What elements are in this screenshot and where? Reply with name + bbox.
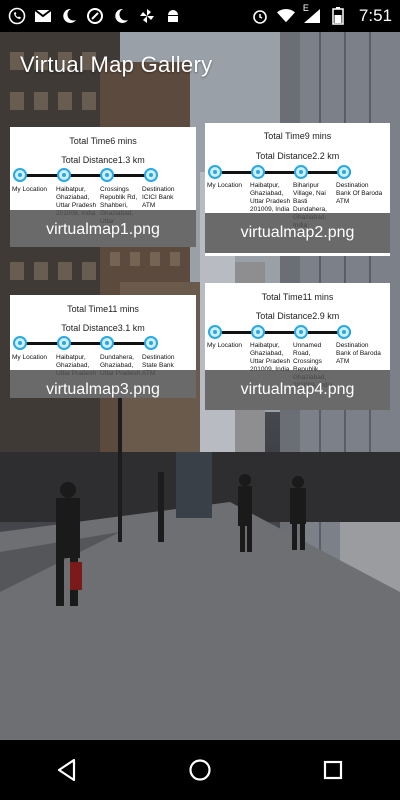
total-time: Total Time6 mins	[69, 136, 137, 146]
total-time: Total Time11 mins	[67, 304, 139, 314]
route-stop-icon	[251, 165, 265, 179]
recents-button[interactable]	[313, 750, 353, 790]
stop-label: Destination ICICI Bank ATM	[142, 186, 175, 209]
route-stop-icon	[208, 165, 222, 179]
route-stop-icon	[13, 168, 27, 182]
route-stop-icon	[100, 336, 114, 350]
stop-label: Destination Bank of Baroda ATM	[336, 342, 381, 365]
route-stop-icon	[13, 336, 27, 350]
back-icon	[57, 758, 75, 782]
stop-label: My Location	[207, 342, 243, 349]
android-icon	[164, 7, 182, 25]
image-filename-caption: virtualmap1.png	[10, 210, 196, 247]
stop-label: My Location	[12, 354, 48, 361]
route-stop-icon	[144, 168, 158, 182]
gallery-card-1[interactable]: Total Time6 mins Total Distance1.3 km My…	[10, 127, 196, 247]
total-distance: Total Distance1.3 km	[61, 155, 145, 165]
pinwheel-icon	[138, 7, 156, 25]
image-filename-caption: virtualmap2.png	[205, 213, 390, 253]
network-type-label: E	[302, 3, 309, 13]
back-button[interactable]	[47, 750, 87, 790]
route-stop-icon	[294, 325, 308, 339]
route-stop-icon	[144, 336, 158, 350]
home-button[interactable]	[180, 750, 220, 790]
route-line	[20, 174, 156, 177]
gallery-card-2[interactable]: Total Time9 mins Total Distance2.2 km My…	[205, 123, 390, 256]
route-stop-icon	[294, 165, 308, 179]
status-bar: E 7:51	[0, 0, 400, 32]
route-stop-icon	[337, 325, 351, 339]
stop-label: Destination Bank Of Baroda ATM	[336, 182, 383, 205]
route-stop-icon	[251, 325, 265, 339]
total-time: Total Time11 mins	[261, 292, 334, 302]
moon-icon	[60, 7, 78, 25]
total-time: Total Time9 mins	[263, 131, 332, 141]
gallery-card-3[interactable]: Total Time11 mins Total Distance3.1 km M…	[10, 295, 196, 398]
image-filename-caption: virtualmap3.png	[10, 370, 196, 398]
image-filename-caption: virtualmap4.png	[205, 370, 390, 410]
route-stop-icon	[57, 336, 71, 350]
battery-icon	[329, 7, 347, 25]
gallery-card-4[interactable]: Total Time11 mins Total Distance2.9 km M…	[205, 283, 390, 410]
gmail-icon	[34, 7, 52, 25]
total-distance: Total Distance2.9 km	[255, 311, 340, 321]
clock-time: 7:51	[358, 6, 392, 25]
route-line	[20, 342, 156, 345]
route-stop-icon	[337, 165, 351, 179]
route-line	[215, 331, 351, 334]
recents-icon	[324, 760, 343, 780]
home-icon	[189, 759, 211, 781]
total-distance: Total Distance3.1 km	[61, 323, 145, 333]
alarm-icon	[251, 7, 269, 25]
cell-signal-icon: E	[303, 3, 321, 25]
route-stop-icon	[208, 325, 222, 339]
system-navigation-bar	[0, 740, 400, 800]
stop-label: My Location	[12, 186, 48, 193]
stop-label: Haibatpur, Ghaziabad, Uttar Pradesh 2010…	[250, 182, 291, 213]
route-stop-icon	[100, 168, 114, 182]
app-title: Virtual Map Gallery	[20, 52, 213, 77]
route-stop-icon	[57, 168, 71, 182]
route-line	[215, 171, 351, 174]
stop-label: My Location	[207, 182, 243, 189]
total-distance: Total Distance2.2 km	[255, 151, 340, 161]
data-saver-icon	[86, 7, 104, 25]
moon-icon	[112, 7, 130, 25]
wifi-icon	[276, 7, 295, 25]
whatsapp-icon	[8, 7, 26, 25]
